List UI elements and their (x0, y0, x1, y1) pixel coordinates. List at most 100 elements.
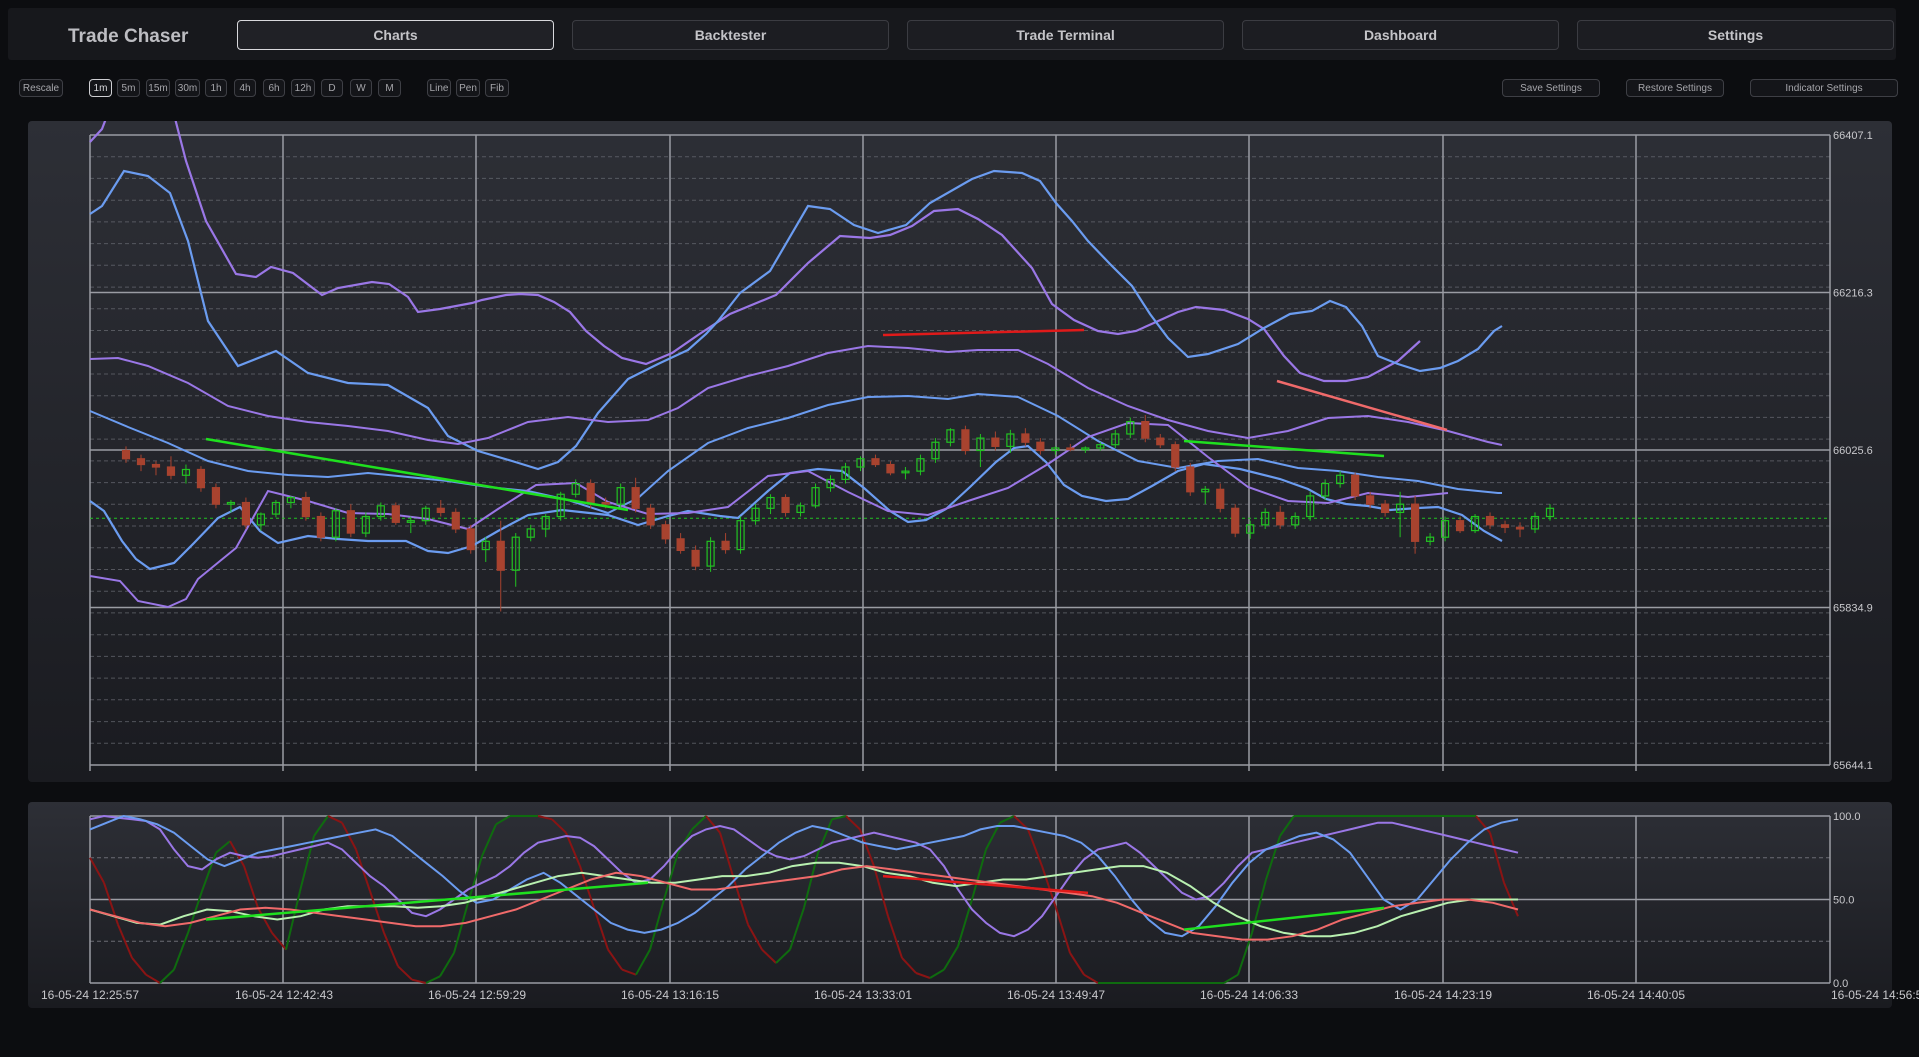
time-tick-label: 16-05-24 12:42:43 (235, 988, 333, 1002)
price-tick-label: 65834.9 (1833, 603, 1873, 615)
tab-charts[interactable]: Charts (237, 20, 554, 50)
stoch-segment (215, 840, 231, 854)
tab-dashboard[interactable]: Dashboard (1242, 20, 1559, 50)
timeframe-1m-button[interactable]: 1m (89, 79, 112, 97)
stoch-segment (243, 865, 259, 909)
timeframe-5m-button[interactable]: 5m (117, 79, 140, 97)
tab-backtester[interactable]: Backtester (572, 20, 889, 50)
candle-down (676, 538, 685, 552)
band-lines (89, 121, 1503, 609)
stoch-segment (775, 948, 791, 964)
tab-trade-terminal[interactable]: Trade Terminal (907, 20, 1224, 50)
time-tick-label: 16-05-24 14:23:19 (1394, 988, 1492, 1002)
line-tool-button[interactable]: Line (427, 79, 451, 97)
stoch-segment (1055, 907, 1071, 954)
stoch-segment (103, 882, 119, 925)
candle-down (1231, 507, 1240, 534)
candle-down (316, 515, 325, 538)
candle-down (1381, 503, 1390, 514)
candle-down (466, 528, 475, 551)
stoch-segment (145, 973, 161, 984)
price-tick-label: 66407.1 (1833, 130, 1873, 142)
timeframe-d-button[interactable]: D (321, 79, 343, 97)
timeframe-1h-button[interactable]: 1h (205, 79, 227, 97)
stoch-segment (159, 968, 175, 984)
candle-down (451, 511, 460, 530)
oscillator-chart[interactable]: 100.050.00.0 (28, 802, 1892, 1008)
timeframe-15m-button[interactable]: 15m (146, 79, 170, 97)
tab-settings[interactable]: Settings (1577, 20, 1894, 50)
trendline-salmon (1276, 379, 1448, 432)
app-title: Trade Chaser (68, 26, 189, 47)
stoch-segment (495, 815, 511, 826)
candle-down (601, 501, 610, 505)
oscillator-panel[interactable]: 100.0 50.0 0.0 (28, 802, 1892, 1008)
stoch-segment (845, 815, 861, 831)
pen-tool-button[interactable]: Pen (456, 79, 480, 97)
stoch-segment (663, 852, 679, 900)
stoch-segment (677, 828, 693, 854)
candle-down (1351, 474, 1360, 497)
candle-down (196, 468, 206, 489)
stoch-segment (929, 968, 945, 979)
timeframe-m-button[interactable]: M (378, 79, 401, 97)
price-axis-labels: 66407.1 66216.3 66025.6 65834.9 65644.1 (1833, 130, 1873, 772)
stoch-segment (971, 849, 987, 900)
candle-down (121, 449, 131, 460)
price-tick-label: 65644.1 (1833, 760, 1873, 772)
candles (121, 414, 1555, 612)
band-blue-upper (89, 169, 1503, 471)
stoch-segment (621, 968, 637, 976)
stoch-segment (719, 832, 735, 880)
candle-down (1186, 466, 1195, 493)
time-tick-label: 16-05-24 14:56:51 (1831, 988, 1919, 1002)
osc-trendline-green (1183, 906, 1385, 931)
indicator-settings-button[interactable]: Indicator Settings (1750, 79, 1898, 97)
candle-down (166, 466, 176, 476)
candle-down (781, 496, 790, 514)
stoch-segment (425, 975, 441, 984)
rescale-button[interactable]: Rescale (19, 79, 63, 97)
candle-down (1515, 526, 1525, 530)
timeframe-30m-button[interactable]: 30m (175, 79, 200, 97)
price-chart-panel[interactable]: 66407.1 66216.3 66025.6 65834.9 65644.1 (28, 121, 1892, 782)
time-tick-label: 16-05-24 12:25:57 (41, 988, 139, 1002)
time-tick-label: 16-05-24 12:59:29 (428, 988, 526, 1002)
stoch-segment (705, 815, 721, 834)
stoch-segment (761, 948, 777, 964)
stoch-segment (747, 924, 763, 951)
timeframe-w-button[interactable]: W (350, 79, 372, 97)
candle-down (631, 487, 640, 509)
stoch-segment (635, 949, 651, 976)
timeframe-12h-button[interactable]: 12h (291, 79, 315, 97)
stoch-segment (789, 907, 805, 950)
stoch-segment (1069, 952, 1085, 976)
candle-down (1455, 520, 1465, 532)
time-axis: 16-05-24 12:25:57 16-05-24 12:42:43 16-05-… (41, 988, 1919, 1002)
candle-down (496, 540, 505, 571)
band-blue-middle (89, 392, 1502, 515)
stoch-segment (649, 899, 665, 950)
stoch-segment (257, 907, 273, 934)
stoch-segment (1083, 973, 1099, 984)
timeframe-4h-button[interactable]: 4h (234, 79, 256, 97)
stoch-segment (1027, 829, 1043, 867)
fib-tool-button[interactable]: Fib (485, 79, 509, 97)
timeframe-6h-button[interactable]: 6h (263, 79, 285, 97)
candle-down (961, 429, 970, 452)
candle-down (346, 510, 355, 534)
candle-down (1276, 511, 1285, 526)
candle-down (241, 501, 251, 526)
time-tick-label: 16-05-24 14:06:33 (1200, 988, 1298, 1002)
candle-down (586, 482, 595, 504)
osc-tick-label: 50.0 (1833, 895, 1854, 907)
restore-settings-button[interactable]: Restore Settings (1626, 79, 1724, 97)
save-settings-button[interactable]: Save Settings (1502, 79, 1600, 97)
candle-down (301, 496, 310, 518)
trendline-green (1183, 439, 1385, 458)
price-chart[interactable]: 66407.1 66216.3 66025.6 65834.9 65644.1 (28, 121, 1892, 782)
candle-down (151, 463, 161, 468)
stoch-segment (999, 815, 1015, 824)
stoch-segment (915, 972, 931, 979)
price-grid (89, 134, 1831, 771)
